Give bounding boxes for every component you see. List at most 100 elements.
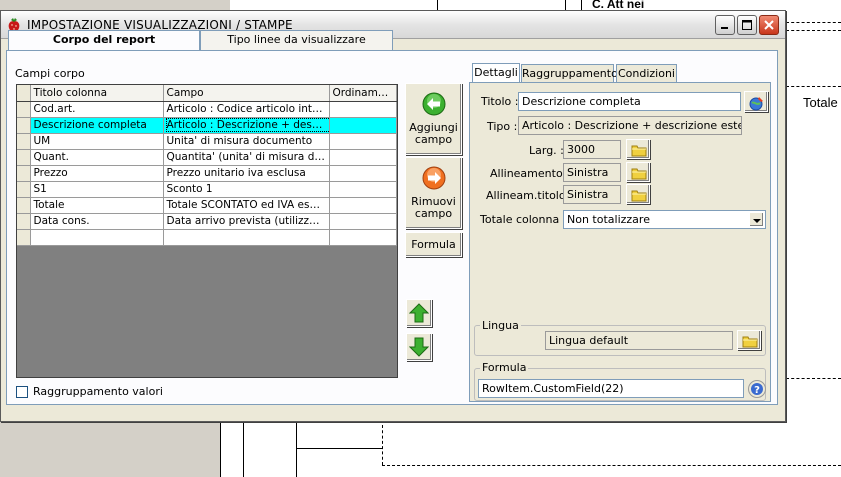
cell-text: Sconto 1 <box>166 183 213 195</box>
cell-titolo[interactable]: Cod.art. <box>30 101 164 118</box>
cell-titolo[interactable]: Data cons. <box>30 213 164 230</box>
formula-button[interactable]: Formula <box>405 232 462 257</box>
row-indicator[interactable] <box>17 181 31 198</box>
cell-ordinamento[interactable] <box>329 229 397 246</box>
row-indicator[interactable] <box>17 213 31 230</box>
cell-campo[interactable]: Quantita' (unita' di misura docum... <box>163 149 330 166</box>
table-row[interactable]: Data cons. Data arrivo prevista (utilizza… <box>17 213 397 230</box>
arrow-up-icon <box>408 303 430 323</box>
formula-help-button[interactable]: ? <box>748 380 766 398</box>
allineamento-label: Allineamento : <box>490 167 570 180</box>
tab-condizioni[interactable]: Condizioni <box>616 64 677 83</box>
move-down-button[interactable] <box>406 333 432 361</box>
cell-campo[interactable]: Articolo : Descrizione + descrizio... <box>163 117 330 134</box>
row-indicator[interactable] <box>17 149 31 166</box>
cell-ordinamento[interactable] <box>329 101 397 118</box>
tipo-label: Tipo : <box>487 120 518 133</box>
tab-dettagli[interactable]: Dettagli <box>472 63 520 83</box>
table-row[interactable]: UM Unita' di misura documento <box>17 133 397 150</box>
allineamento-value: Sinistra <box>563 163 621 182</box>
titolo-input[interactable]: Descrizione completa <box>518 92 741 111</box>
move-up-button[interactable] <box>406 299 432 327</box>
row-indicator[interactable] <box>17 197 31 214</box>
row-indicator[interactable] <box>17 133 31 150</box>
help-icon: ? <box>751 383 763 396</box>
cell-ordinamento[interactable] <box>329 213 397 230</box>
table-row[interactable]: Quant. Quantita' (unita' di misura docum.… <box>17 149 397 166</box>
tab-raggruppamento[interactable]: Raggruppamento <box>521 64 618 83</box>
cell-campo[interactable]: Sconto 1 <box>163 181 330 198</box>
cell-campo[interactable]: Totale SCONTATO ed IVA escl... <box>163 197 330 214</box>
maximize-icon <box>742 20 752 30</box>
raggruppamento-valori-checkbox[interactable] <box>16 386 28 398</box>
table-row[interactable]: Totale Totale SCONTATO ed IVA escl... <box>17 197 397 214</box>
close-icon <box>764 20 774 30</box>
table-row[interactable]: Prezzo Prezzo unitario iva esclusa <box>17 165 397 182</box>
cell-campo[interactable]: Data arrivo prevista (utilizza dat... <box>163 213 330 230</box>
lingua-value: Lingua default <box>545 331 733 350</box>
tab-tipo-linee[interactable]: Tipo linee da visualizzare <box>200 30 393 50</box>
cell-text: S1 <box>33 183 47 195</box>
tab-corpo-del-report[interactable]: Corpo del report <box>8 30 200 51</box>
cell-text: Quant. <box>33 151 69 163</box>
cell-campo[interactable]: Prezzo unitario iva esclusa <box>163 165 330 182</box>
titolo-label: Titolo : <box>481 95 519 108</box>
column-header-campo[interactable]: Campo <box>163 85 330 102</box>
fields-grid[interactable]: Titolo colonna Campo Ordinamento Cod.art… <box>16 84 398 378</box>
arrow-left-icon <box>422 92 445 116</box>
raggruppamento-valori-label: Raggruppamento valori <box>33 385 163 398</box>
cell-text: Prezzo <box>33 167 68 179</box>
table-row[interactable] <box>17 229 397 246</box>
larg-value: 3000 <box>563 140 621 159</box>
allineam-titolo-folder-button[interactable] <box>626 184 650 204</box>
lingua-folder-button[interactable] <box>737 330 761 350</box>
totale-colonna-label: Totale colonna : <box>480 213 567 226</box>
row-indicator[interactable] <box>17 117 31 134</box>
remove-field-button[interactable]: Rimuovi campo <box>405 157 462 229</box>
titolo-settings-button[interactable] <box>744 91 768 112</box>
cell-campo[interactable]: Articolo : Codice articolo intestat... <box>163 101 330 118</box>
cell-text: Quantita' (unita' di misura docum... <box>166 151 329 163</box>
cell-titolo[interactable]: Quant. <box>30 149 164 166</box>
cell-text: Articolo : Descrizione + descrizio... <box>165 118 328 132</box>
cell-titolo[interactable]: UM <box>30 133 164 150</box>
column-header-ordinamento[interactable]: Ordinamento <box>329 85 397 102</box>
cell-titolo[interactable]: Descrizione completa <box>30 117 164 134</box>
cell-campo[interactable] <box>163 229 330 246</box>
row-indicator[interactable] <box>17 101 31 118</box>
chevron-down-icon[interactable] <box>749 212 764 227</box>
cell-ordinamento[interactable] <box>329 133 397 150</box>
cell-titolo[interactable] <box>30 229 164 246</box>
cell-ordinamento[interactable] <box>329 165 397 182</box>
formula-input[interactable]: RowItem.CustomField(22) <box>478 379 744 398</box>
larg-folder-button[interactable] <box>626 139 650 159</box>
cell-ordinamento[interactable] <box>329 197 397 214</box>
cell-ordinamento[interactable] <box>329 181 397 198</box>
cell-text: Prezzo unitario iva esclusa <box>166 167 306 179</box>
table-row[interactable]: Cod.art. Articolo : Codice articolo intes… <box>17 101 397 118</box>
cell-text: Totale <box>33 199 65 211</box>
cell-text: Totale SCONTATO ed IVA escl... <box>166 199 329 211</box>
allineamento-folder-button[interactable] <box>626 162 650 182</box>
row-indicator[interactable] <box>17 229 31 246</box>
close-button[interactable] <box>759 15 779 35</box>
table-row[interactable]: S1 Sconto 1 <box>17 181 397 198</box>
row-indicator[interactable] <box>17 165 31 182</box>
table-row[interactable]: Descrizione completa Articolo : Descrizio… <box>17 117 397 134</box>
totale-colonna-select[interactable]: Non totalizzare <box>563 210 766 229</box>
minimize-button[interactable] <box>715 15 735 35</box>
row-indicator-header <box>17 85 31 102</box>
cell-titolo[interactable]: Prezzo <box>30 165 164 182</box>
add-field-label-2: campo <box>414 133 453 146</box>
add-field-button[interactable]: Aggiungi campo <box>405 83 462 155</box>
cell-campo[interactable]: Unita' di misura documento <box>163 133 330 150</box>
cell-ordinamento[interactable] <box>329 117 397 134</box>
cell-titolo[interactable]: Totale <box>30 197 164 214</box>
maximize-button[interactable] <box>737 15 757 35</box>
folder-icon <box>631 190 647 202</box>
cell-ordinamento[interactable] <box>329 149 397 166</box>
totale-colonna-value: Non totalizzare <box>567 213 650 226</box>
column-header-titolo[interactable]: Titolo colonna <box>30 85 164 102</box>
lingua-group-title: Lingua <box>480 319 521 332</box>
cell-titolo[interactable]: S1 <box>30 181 164 198</box>
